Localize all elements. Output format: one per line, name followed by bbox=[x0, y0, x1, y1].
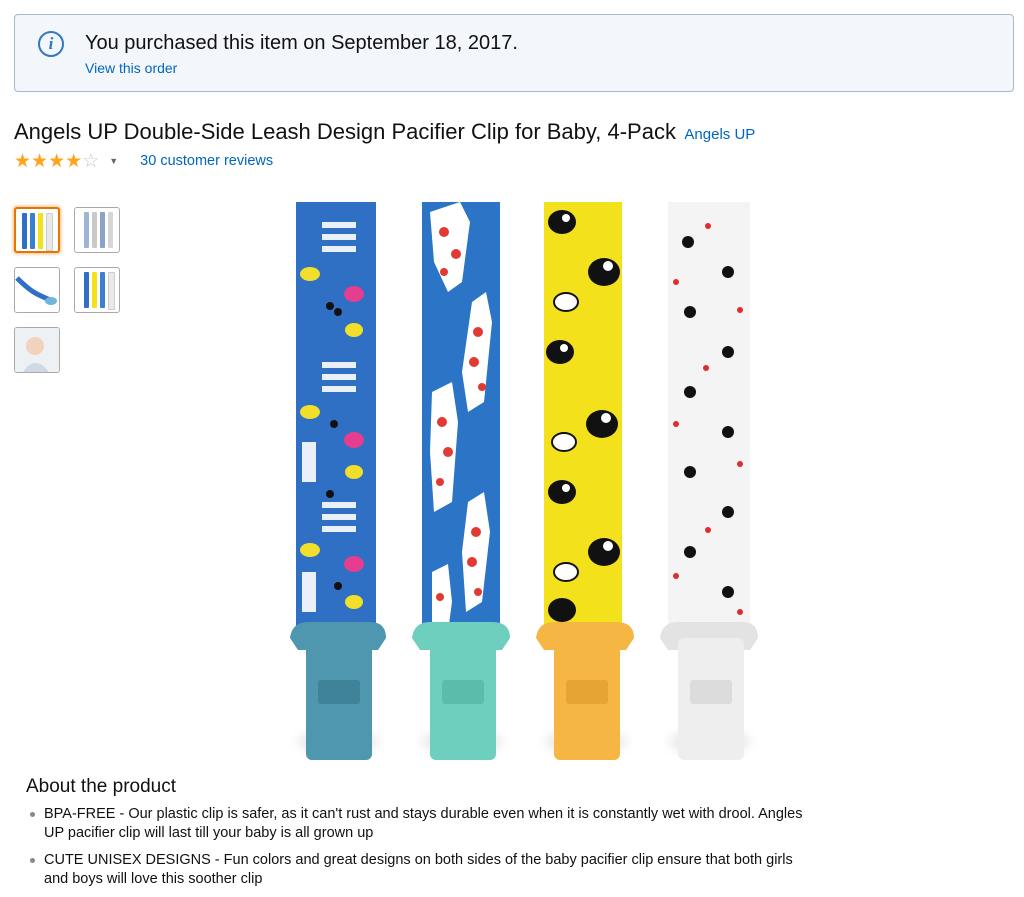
purchase-message: You purchased this item on September 18,… bbox=[85, 32, 518, 54]
thumbnail-3[interactable] bbox=[14, 267, 60, 313]
thumbnail-1[interactable] bbox=[14, 207, 60, 253]
star-icon: ☆ bbox=[82, 150, 100, 172]
list-item: BPA-FREE - Our plastic clip is safer, as… bbox=[30, 805, 810, 843]
product-title: Angels UP Double-Side Leash Design Pacif… bbox=[14, 119, 676, 144]
info-icon: i bbox=[38, 31, 64, 57]
strap-giraffe bbox=[422, 202, 500, 632]
product-main-image[interactable] bbox=[262, 202, 762, 768]
customer-reviews-link[interactable]: 30 customer reviews bbox=[140, 153, 273, 169]
view-order-link[interactable]: View this order bbox=[85, 60, 177, 76]
strap-bee bbox=[544, 202, 622, 630]
star-icon: ★ bbox=[14, 150, 32, 172]
thumbnail-5[interactable] bbox=[14, 327, 60, 373]
about-bullets: BPA-FREE - Our plastic clip is safer, as… bbox=[30, 805, 810, 897]
thumbnail-3-image bbox=[15, 276, 57, 305]
thumbnail-4[interactable] bbox=[74, 267, 120, 313]
title-row: Angels UP Double-Side Leash Design Pacif… bbox=[14, 119, 755, 145]
strap-fish bbox=[296, 202, 376, 630]
star-icon: ★ bbox=[65, 150, 83, 172]
strap-panda bbox=[668, 202, 750, 630]
brand-link[interactable]: Angels UP bbox=[684, 126, 755, 143]
star-icon: ★ bbox=[48, 150, 66, 172]
list-item: CUTE UNISEX DESIGNS - Fun colors and gre… bbox=[30, 851, 810, 889]
star-rating[interactable]: ★ ★ ★ ★ ☆ bbox=[14, 152, 99, 171]
pacifier-clips-image bbox=[290, 202, 758, 760]
thumbnail-2[interactable] bbox=[74, 207, 120, 253]
chevron-down-icon[interactable]: ▼ bbox=[109, 156, 118, 166]
clips bbox=[290, 622, 758, 760]
about-heading: About the product bbox=[26, 776, 176, 797]
star-icon: ★ bbox=[31, 150, 49, 172]
rating-row: ★ ★ ★ ★ ☆ ▼ 30 customer reviews bbox=[14, 150, 273, 172]
thumbnail-5-image bbox=[15, 328, 59, 372]
purchase-alert: i You purchased this item on September 1… bbox=[14, 14, 1014, 92]
